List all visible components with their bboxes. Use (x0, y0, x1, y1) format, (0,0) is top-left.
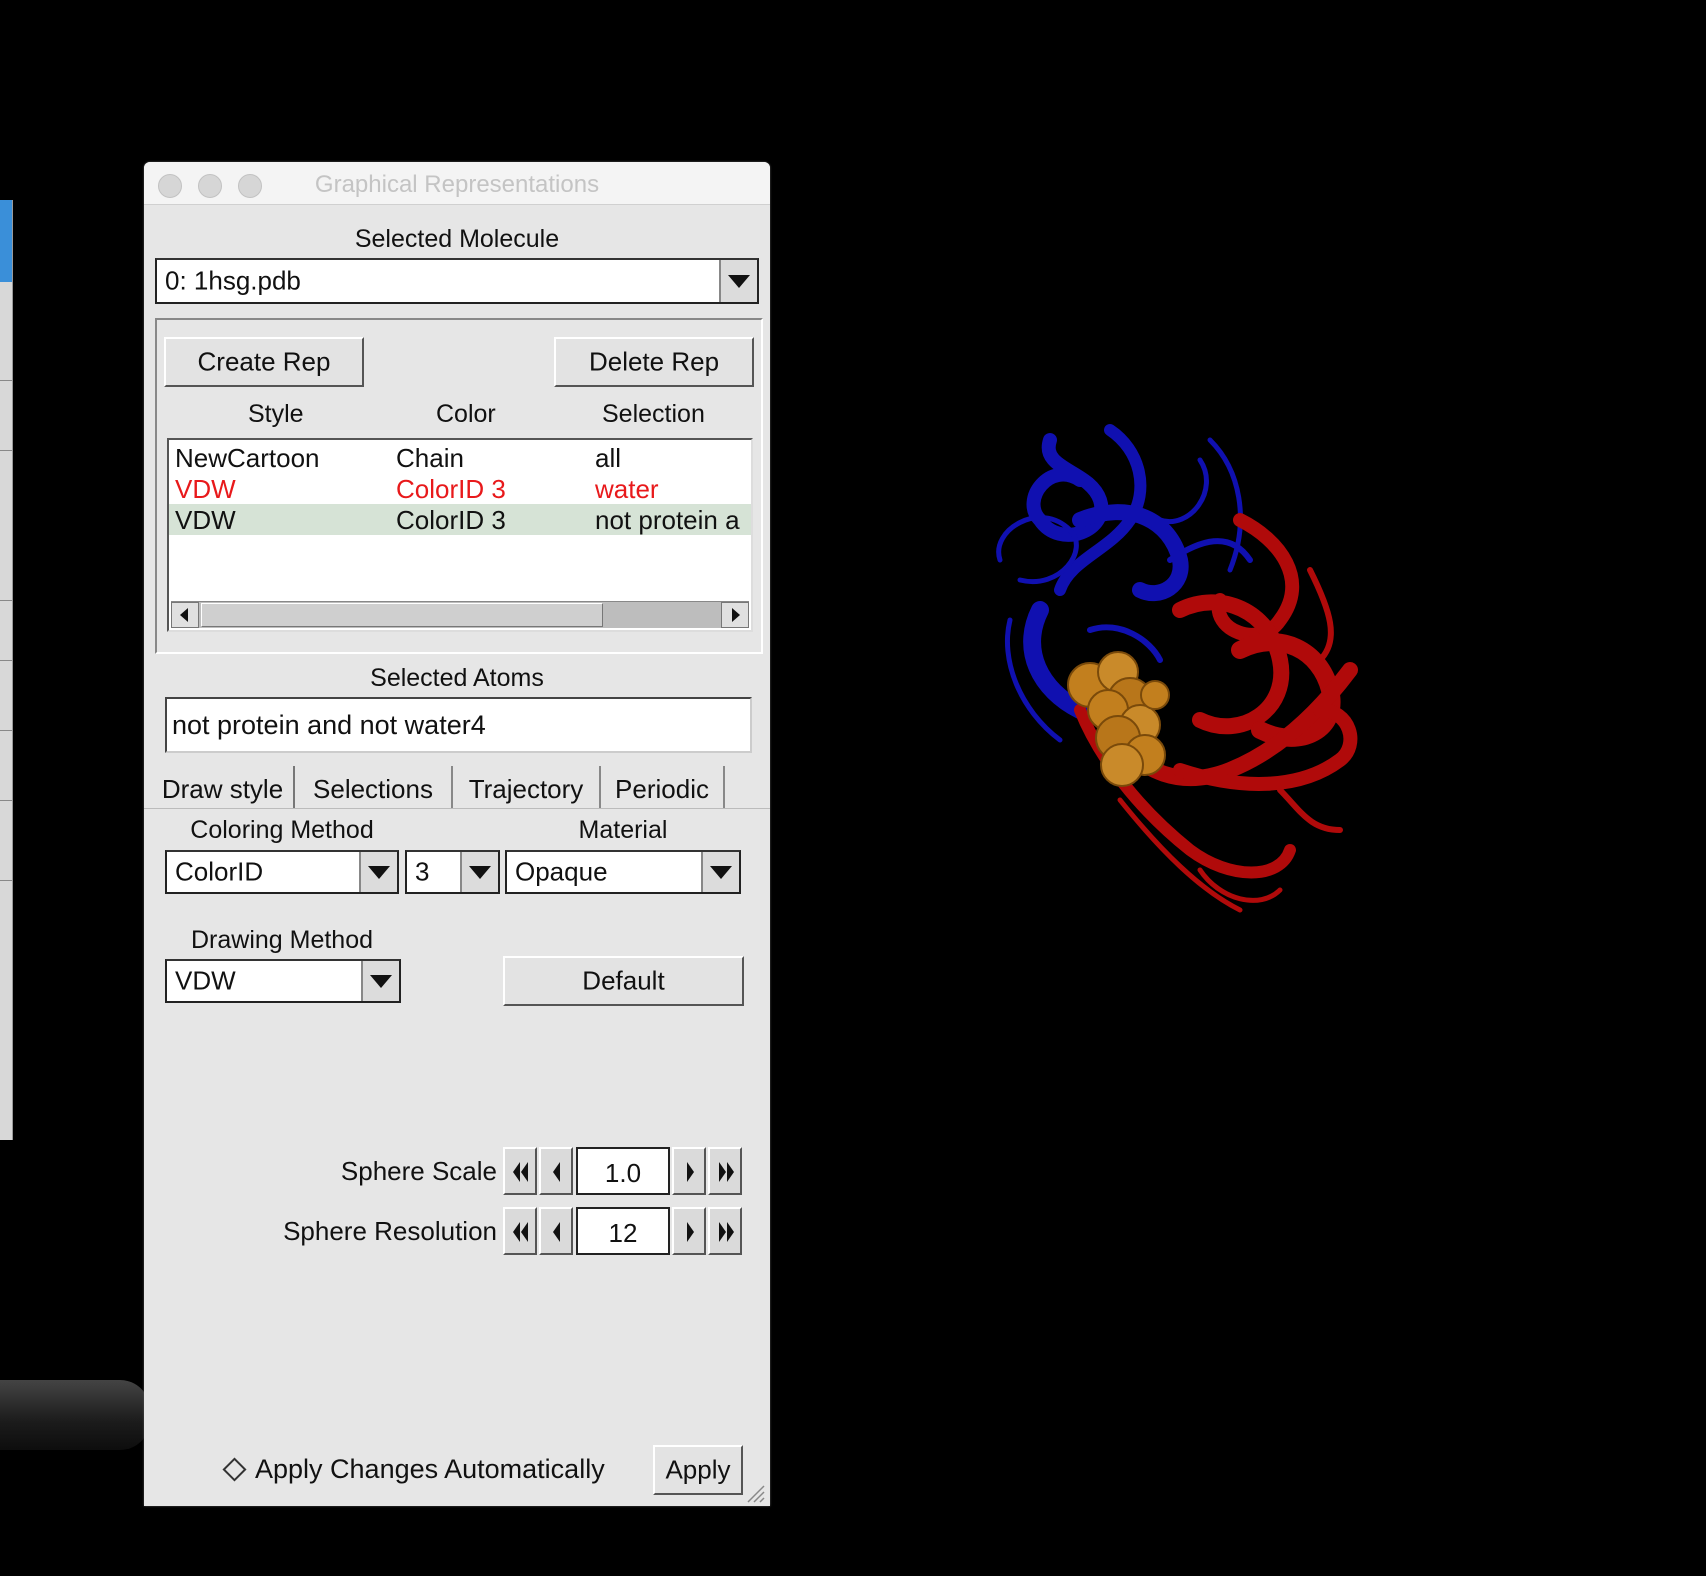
create-rep-button[interactable]: Create Rep (164, 337, 364, 387)
background-blur (0, 1380, 150, 1450)
delete-rep-button[interactable]: Delete Rep (554, 337, 754, 387)
scroll-left-icon[interactable] (171, 602, 199, 628)
scroll-right-icon[interactable] (721, 602, 749, 628)
title-bar[interactable]: Graphical Representations (144, 162, 770, 205)
rep-selection: water (595, 474, 659, 504)
rep-color: ColorID 3 (396, 474, 506, 504)
rep-list[interactable]: NewCartoon Chain all VDW ColorID 3 water… (167, 438, 753, 632)
rep-style: VDW (175, 505, 236, 535)
increment-icon[interactable] (672, 1147, 706, 1195)
tab-bar: Draw style Selections Trajectory Periodi… (144, 766, 770, 809)
fast-increment-icon[interactable] (708, 1147, 742, 1195)
radio-diamond-icon[interactable] (222, 1457, 247, 1482)
chevron-down-icon[interactable] (359, 852, 397, 892)
background-window-edge (0, 200, 13, 1140)
apply-automatically-label: Apply Changes Automatically (255, 1454, 605, 1484)
rep-row-selected[interactable]: VDW ColorID 3 not protein a (169, 504, 751, 535)
material-select[interactable]: Opaque (505, 850, 741, 894)
selected-atoms-text: not protein and not water4 (172, 710, 486, 740)
horizontal-scrollbar[interactable] (171, 601, 749, 628)
chevron-down-icon[interactable] (719, 260, 757, 302)
coloring-method-select[interactable]: ColorID (165, 850, 399, 894)
molecule-select[interactable]: 0: 1hsg.pdb (155, 258, 759, 304)
resize-grip-icon[interactable] (742, 1480, 766, 1504)
sphere-resolution-input[interactable]: 12 (576, 1207, 670, 1255)
drawing-method-label: Drawing Method (190, 926, 374, 954)
chevron-down-icon[interactable] (460, 852, 498, 892)
tab-selections[interactable]: Selections (295, 766, 453, 808)
rep-color: Chain (396, 443, 464, 473)
material-label: Material (578, 816, 668, 844)
decrement-icon[interactable] (539, 1207, 573, 1255)
rep-row[interactable]: VDW ColorID 3 water (169, 473, 751, 504)
sphere-scale-input[interactable]: 1.0 (576, 1147, 670, 1195)
selected-atoms-input[interactable]: not protein and not water4 (165, 697, 752, 753)
tab-periodic[interactable]: Periodic (601, 766, 725, 808)
rep-style: VDW (175, 474, 236, 504)
window-title: Graphical Representations (314, 171, 600, 198)
apply-automatically-toggle[interactable]: Apply Changes Automatically (222, 1454, 605, 1485)
fast-decrement-icon[interactable] (503, 1207, 537, 1255)
rep-selection: not protein a (595, 505, 740, 535)
rep-row[interactable]: NewCartoon Chain all (169, 442, 751, 473)
decrement-icon[interactable] (539, 1147, 573, 1195)
chevron-down-icon[interactable] (361, 961, 399, 1001)
default-button[interactable]: Default (503, 956, 744, 1006)
molecule-select-value: 0: 1hsg.pdb (165, 265, 301, 296)
selected-atoms-label: Selected Atoms (370, 664, 544, 692)
rep-style: NewCartoon (175, 443, 320, 473)
column-header-selection[interactable]: Selection (602, 400, 705, 429)
scrollbar-thumb[interactable] (201, 603, 603, 627)
chevron-down-icon[interactable] (701, 852, 739, 892)
column-header-style[interactable]: Style (248, 400, 304, 429)
selected-molecule-label: Selected Molecule (354, 225, 560, 253)
sphere-resolution-label: Sphere Resolution (283, 1216, 497, 1246)
sphere-scale-label: Sphere Scale (340, 1156, 497, 1186)
color-id-select[interactable]: 3 (405, 850, 500, 894)
fast-increment-icon[interactable] (708, 1207, 742, 1255)
rep-selection: all (595, 443, 622, 473)
tab-trajectory[interactable]: Trajectory (453, 766, 601, 808)
coloring-method-label: Coloring Method (190, 816, 374, 844)
fast-decrement-icon[interactable] (503, 1147, 537, 1195)
increment-icon[interactable] (672, 1207, 706, 1255)
tab-draw-style[interactable]: Draw style (152, 766, 295, 808)
drawing-method-select[interactable]: VDW (165, 959, 401, 1003)
column-header-color[interactable]: Color (436, 400, 496, 429)
apply-button[interactable]: Apply (653, 1445, 743, 1495)
rep-color: ColorID 3 (396, 505, 506, 535)
molecule-3d-view[interactable] (980, 410, 1500, 1010)
